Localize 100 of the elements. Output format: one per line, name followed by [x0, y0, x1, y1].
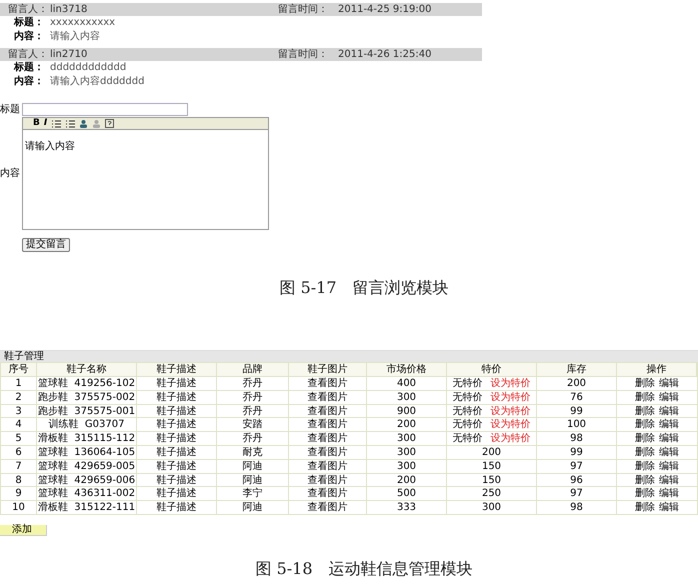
edit-link[interactable]: 编辑	[659, 404, 679, 418]
delete-link[interactable]: 删除	[635, 390, 655, 404]
table-cell: 鞋子描述	[137, 404, 217, 418]
table-cell: 鞋子描述	[137, 377, 217, 390]
table-cell: 训练鞋 G03707	[37, 418, 137, 432]
no-special-price-text: 无特价	[452, 404, 482, 418]
table-cell: 鞋子描述	[137, 432, 217, 445]
table-cell: 98	[537, 432, 617, 445]
table-cell: 篮球鞋 429659-005	[37, 460, 137, 473]
edit-link[interactable]: 编辑	[659, 501, 679, 514]
user-icon[interactable]	[79, 119, 88, 128]
author-name: lin3718	[50, 4, 88, 14]
table-cell: 鞋子描述	[137, 501, 217, 514]
column-header: 序号	[1, 363, 37, 376]
table-cell: 76	[537, 390, 617, 404]
delete-link[interactable]: 删除	[635, 432, 655, 445]
editor-text: 请输入内容	[25, 141, 75, 152]
column-header: 鞋子图片	[289, 363, 367, 376]
table-cell: 10	[1, 501, 37, 514]
edit-link[interactable]: 编辑	[659, 377, 679, 390]
table-cell: 查看图片	[289, 390, 367, 404]
set-special-price-link[interactable]: 设为特价	[490, 404, 530, 418]
special-price-text: 200	[482, 446, 502, 459]
table-cell: 安踏	[217, 418, 289, 432]
edit-link[interactable]: 编辑	[659, 487, 679, 500]
table-cell: 李宁	[217, 487, 289, 500]
table-cell: 2	[1, 390, 37, 404]
edit-link[interactable]: 编辑	[659, 474, 679, 486]
table-cell: 99	[537, 446, 617, 459]
help-icon[interactable]	[105, 119, 114, 128]
delete-link[interactable]: 删除	[635, 487, 655, 500]
title-label: 标题：	[12, 63, 45, 73]
set-special-price-link[interactable]: 设为特价	[490, 377, 530, 390]
no-special-price-text: 无特价	[452, 432, 482, 445]
edit-link[interactable]: 编辑	[659, 460, 679, 473]
no-special-price-text: 无特价	[452, 377, 482, 390]
delete-link[interactable]: 删除	[635, 446, 655, 459]
edit-link[interactable]: 编辑	[659, 446, 679, 459]
delete-link[interactable]: 删除	[635, 460, 655, 473]
table-cell: 查看图片	[289, 487, 367, 500]
table-cell: 乔丹	[217, 432, 289, 445]
table-cell: 跑步鞋 375575-002	[37, 390, 137, 404]
table-cell: 500	[367, 487, 447, 500]
table-cell: 9	[1, 487, 37, 500]
delete-link[interactable]: 删除	[635, 404, 655, 418]
table-cell: 200	[367, 474, 447, 486]
table-cell: 滑板鞋 315115-112	[37, 432, 137, 445]
edit-link[interactable]: 编辑	[659, 432, 679, 445]
bullet-list-icon[interactable]	[65, 118, 76, 128]
content-label: 内容：	[13, 32, 45, 42]
set-special-price-link[interactable]: 设为特价	[490, 418, 530, 432]
table-title: 鞋子管理	[4, 352, 44, 362]
time-label: 留言时间：	[278, 50, 329, 60]
delete-link[interactable]: 删除	[635, 418, 655, 432]
table-cell: 7	[1, 460, 37, 473]
delete-link[interactable]: 删除	[635, 501, 655, 514]
table-cell: 1	[1, 377, 37, 390]
table-cell: 滑板鞋 315122-111	[37, 501, 137, 514]
table-cell: 900	[367, 404, 447, 418]
edit-link[interactable]: 编辑	[659, 390, 679, 404]
special-price-text: 250	[482, 487, 502, 500]
table-cell: 阿迪	[217, 460, 289, 473]
table-cell: 查看图片	[289, 418, 367, 432]
edit-link[interactable]: 编辑	[659, 418, 679, 432]
table-cell: 99	[537, 404, 617, 418]
no-special-price-text: 无特价	[452, 418, 482, 432]
table-cell: 乔丹	[217, 377, 289, 390]
content-label: 内容	[0, 166, 21, 181]
bold-button[interactable]: B	[33, 119, 40, 128]
italic-button[interactable]: I	[44, 119, 48, 128]
table-cell: 乔丹	[217, 390, 289, 404]
table-cell: 篮球鞋 419256-102	[37, 377, 137, 390]
table-cell: 阿迪	[217, 474, 289, 486]
table-cell: 400	[367, 377, 447, 390]
table-cell: 200	[367, 418, 447, 432]
table-cell: 鞋子描述	[137, 474, 217, 486]
table-cell: 鞋子描述	[137, 446, 217, 459]
title-input-field[interactable]	[22, 102, 188, 116]
column-header: 鞋子描述	[137, 363, 217, 376]
set-special-price-link[interactable]: 设为特价	[490, 432, 530, 445]
add-button[interactable]: 添加	[0, 524, 47, 536]
set-special-price-link[interactable]: 设为特价	[490, 390, 530, 404]
rich-text-editor[interactable]: B I 请输入内容	[22, 117, 269, 230]
column-header: 特价	[447, 363, 537, 376]
ordered-list-icon[interactable]	[51, 118, 62, 128]
table-cell: 300	[367, 432, 447, 445]
table-cell: 鞋子描述	[137, 460, 217, 473]
submit-message-button[interactable]: 提交留言	[22, 238, 70, 252]
delete-link[interactable]: 删除	[635, 474, 655, 486]
table-cell: 97	[537, 487, 617, 500]
message-content: 请输入内容ddddddd	[50, 77, 144, 87]
table-cell: 3	[1, 404, 37, 418]
table-cell: 乔丹	[217, 404, 289, 418]
table-cell: 鞋子描述	[137, 487, 217, 500]
special-price-text: 150	[482, 474, 502, 486]
table-cell: 4	[1, 418, 37, 432]
delete-link[interactable]: 删除	[635, 377, 655, 390]
special-price-text: 300	[482, 501, 502, 514]
table-cell: 耐克	[217, 446, 289, 459]
table-cell: 300	[367, 460, 447, 473]
